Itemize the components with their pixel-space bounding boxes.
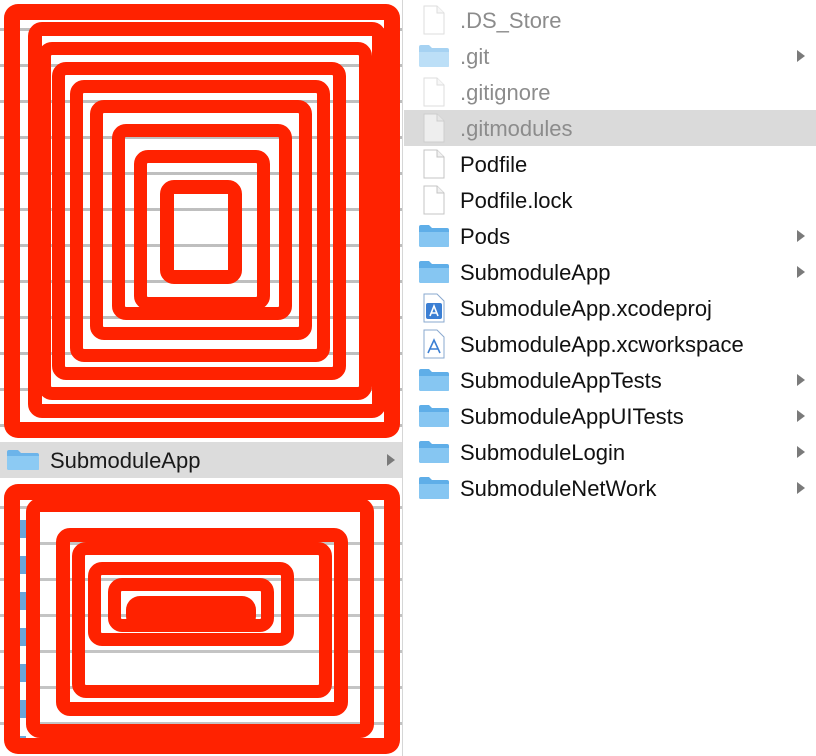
left-column: SubmoduleApp [0,0,403,756]
document-icon [418,113,448,143]
file-row[interactable]: SubmoduleApp [404,254,816,290]
file-row[interactable]: SubmoduleAppUITests [404,398,816,434]
folder-icon [418,257,449,287]
disclosure-arrow-icon [796,229,806,248]
redaction-box [160,180,242,284]
file-row[interactable]: SubmoduleNetWork [404,470,816,506]
folder-icon [418,365,449,395]
column-item-label: SubmoduleApp [50,448,201,473]
file-row[interactable]: .DS_Store [404,2,816,38]
file-row[interactable]: Podfile.lock [404,182,816,218]
xcode-workspace-icon [418,329,448,359]
file-list-column: .DS_Store .git .gitignore .gitmodules Podfil… [404,0,816,756]
folder-icon [418,221,449,251]
file-name: SubmoduleAppTests [460,368,662,393]
file-row[interactable]: .gitignore [404,74,816,110]
file-row[interactable]: SubmoduleLogin [404,434,816,470]
disclosure-arrow-icon [796,49,806,68]
file-name: SubmoduleNetWork [460,476,657,501]
disclosure-arrow-icon [796,445,806,464]
document-icon [418,185,448,215]
disclosure-arrow-icon [386,453,396,472]
file-row[interactable]: .git [404,38,816,74]
file-row[interactable]: Pods [404,218,816,254]
folder-icon [418,401,449,431]
file-name: SubmoduleApp.xcworkspace [460,332,744,357]
file-row[interactable]: SubmoduleAppTests [404,362,816,398]
file-name: .git [460,44,490,69]
document-icon [418,5,448,35]
column-item-submoduleapp[interactable]: SubmoduleApp [0,442,402,478]
disclosure-arrow-icon [796,373,806,392]
file-name: .gitmodules [460,116,573,141]
folder-icon [418,437,449,467]
file-name: SubmoduleLogin [460,440,626,465]
file-name: Pods [460,224,511,249]
disclosure-arrow-icon [796,265,806,284]
document-icon [418,149,448,179]
xcode-project-icon [418,293,448,323]
file-name: SubmoduleApp [460,260,611,285]
file-row[interactable]: .gitmodules [404,110,816,146]
file-row[interactable]: SubmoduleApp.xcodeproj [404,290,816,326]
folder-icon [418,41,449,71]
file-name: Podfile.lock [460,188,573,213]
document-icon [418,77,448,107]
folder-icon [418,473,449,503]
folder-icon [6,449,40,476]
disclosure-arrow-icon [796,481,806,500]
file-name: .DS_Store [460,8,562,33]
file-name: SubmoduleApp.xcodeproj [460,296,712,321]
file-name: Podfile [460,152,528,177]
disclosure-arrow-icon [796,409,806,428]
file-name: .gitignore [460,80,551,105]
redaction-box [126,596,256,630]
file-row[interactable]: Podfile [404,146,816,182]
file-name: SubmoduleAppUITests [460,404,684,429]
file-row[interactable]: SubmoduleApp.xcworkspace [404,326,816,362]
